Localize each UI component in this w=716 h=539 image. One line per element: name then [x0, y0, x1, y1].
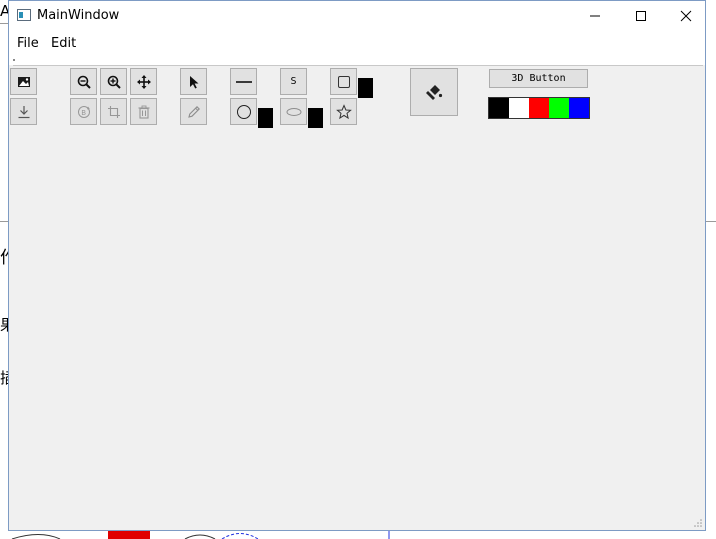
trash-icon [138, 105, 149, 119]
download-icon [18, 105, 29, 118]
crop-icon [107, 105, 120, 118]
circle-color-swatch[interactable] [258, 108, 273, 128]
minimize-icon [590, 15, 600, 17]
maximize-button[interactable] [618, 1, 664, 31]
move-icon [136, 74, 151, 89]
s-button[interactable]: S [280, 68, 307, 95]
menu-edit[interactable]: Edit [51, 36, 76, 51]
toolbar-separator [13, 65, 703, 66]
close-icon [680, 10, 692, 22]
fill-button[interactable] [410, 68, 458, 116]
zoom-out-icon [77, 75, 91, 89]
maximize-icon [636, 11, 646, 21]
paint-bucket-icon [426, 85, 443, 100]
zoom-out-button[interactable] [70, 68, 97, 95]
minimize-button[interactable] [572, 1, 618, 31]
star-tool-button[interactable] [330, 98, 357, 125]
palette-green[interactable] [549, 98, 569, 118]
zoom-in-icon [107, 75, 121, 89]
pencil-icon [187, 105, 200, 118]
3d-button[interactable]: 3D Button [489, 69, 588, 88]
ellipse-icon [286, 107, 301, 116]
move-button[interactable] [130, 68, 157, 95]
open-image-button[interactable] [10, 68, 37, 95]
background-line [706, 221, 716, 222]
background-line [0, 221, 8, 222]
rectangle-color-swatch[interactable] [358, 78, 373, 98]
color-palette [488, 97, 590, 119]
toolbar-separator-area [9, 55, 705, 65]
title-bar[interactable]: MainWindow [9, 1, 705, 31]
rotate-button[interactable]: B [70, 98, 97, 125]
background-line [0, 23, 8, 24]
save-image-button[interactable] [10, 98, 37, 125]
ellipse-tool-button[interactable] [280, 98, 307, 125]
palette-white[interactable] [509, 98, 529, 118]
rotate-icon: B [77, 105, 90, 118]
star-icon [335, 103, 352, 119]
pointer-icon [189, 75, 198, 88]
pencil-button[interactable] [180, 98, 207, 125]
crop-button[interactable] [100, 98, 127, 125]
toolbar-handle[interactable] [13, 59, 15, 61]
close-button[interactable] [663, 1, 705, 31]
circle-icon [236, 104, 251, 119]
rectangle-tool-button[interactable] [330, 68, 357, 95]
line-icon [235, 80, 252, 83]
main-window: MainWindow File Edit B S 3D Button [8, 0, 706, 531]
app-icon [17, 9, 31, 21]
menu-file[interactable]: File [17, 36, 39, 51]
palette-red[interactable] [529, 98, 549, 118]
resize-grip-icon[interactable] [693, 518, 703, 528]
delete-button[interactable] [130, 98, 157, 125]
desktop-background-right [706, 0, 716, 539]
ellipse-color-swatch[interactable] [308, 108, 323, 128]
s-button-label: S [290, 76, 297, 87]
zoom-in-button[interactable] [100, 68, 127, 95]
svg-text:B: B [81, 109, 86, 117]
rectangle-icon [337, 75, 350, 88]
palette-black[interactable] [489, 98, 509, 118]
image-icon [17, 76, 30, 87]
circle-tool-button[interactable] [230, 98, 257, 125]
palette-blue[interactable] [569, 98, 589, 118]
select-button[interactable] [180, 68, 207, 95]
menu-bar: File Edit [9, 31, 705, 55]
window-title: MainWindow [37, 8, 120, 23]
line-tool-button[interactable] [230, 68, 257, 95]
